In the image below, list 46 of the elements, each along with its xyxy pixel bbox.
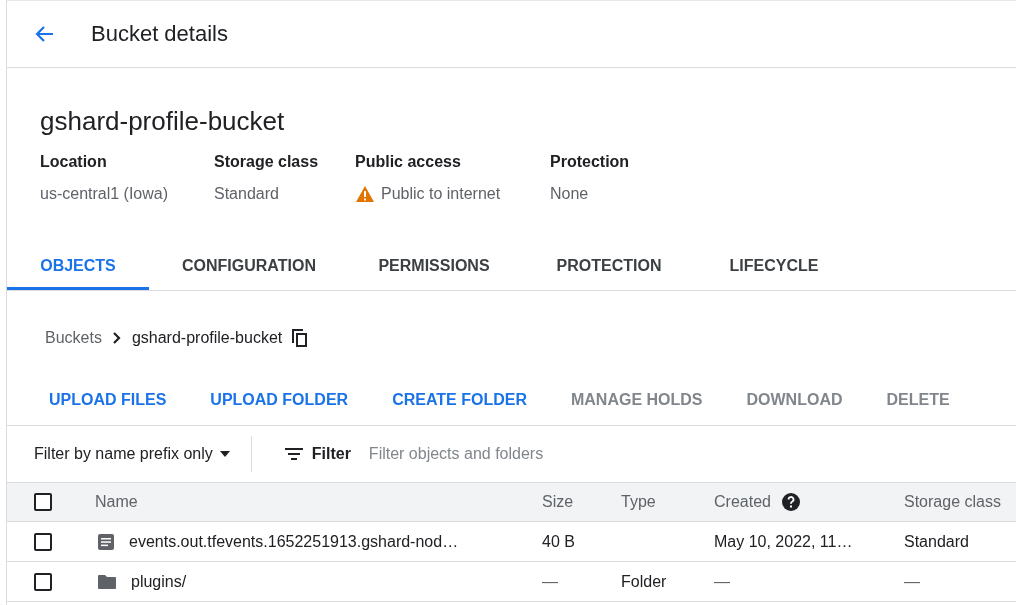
filter-button[interactable]: Filter [277,444,357,464]
property-value: Standard [214,185,279,203]
folder-icon [97,573,117,590]
tab[interactable]: LIFECYCLE [699,257,849,290]
checkbox[interactable] [34,572,52,591]
filter-mode-dropdown[interactable]: Filter by name prefix only [7,436,252,472]
table-cell-text: — [542,572,559,591]
column-header: Type [621,493,657,511]
property-label: Public access [355,153,462,171]
column-header: Created [714,493,771,511]
breadcrumb-current: gshard-profile-bucket [131,329,283,347]
dropdown-caret-icon [218,450,231,458]
page-title: Bucket details [91,21,228,47]
checkbox[interactable] [34,493,52,511]
tab[interactable]: CONFIGURATION [149,257,349,290]
copy-icon[interactable] [292,329,309,347]
column-header: Size [542,493,575,511]
property-value: Public to internet [381,185,501,203]
action-button[interactable]: UPLOAD FILES [33,383,183,417]
table-cell-text: Standard [904,532,970,551]
property-value: None [550,185,589,203]
column-header: Name [95,493,139,511]
table-cell-text: — [904,572,921,591]
table-cell-text: May 10, 2022, 11… [714,532,854,551]
help-icon[interactable] [780,492,801,512]
filter-icon [283,447,304,461]
property-label: Protection [550,153,631,171]
bucket-name: gshard-profile-bucket [40,106,286,137]
property-label: Storage class [214,153,320,171]
action-button[interactable]: CREATE FOLDER [376,383,543,417]
checkbox[interactable] [34,532,52,551]
action-button[interactable]: UPLOAD FOLDER [194,383,365,417]
property-label: Location [40,153,108,171]
column-header: Storage class [904,493,1002,511]
tab[interactable]: PROTECTION [519,257,699,290]
table-cell-text: Folder [621,572,668,591]
object-name-link[interactable]: events.out.tfevents.1652251913.gshard-nod… [129,532,459,551]
document-icon [97,532,115,551]
table-cell-text: — [714,572,731,591]
property-value: us-central1 (Iowa) [40,185,169,203]
object-name-link[interactable]: plugins/ [131,572,187,591]
table-cell-text: 40 B [542,532,576,551]
tab[interactable]: OBJECTS [7,257,149,290]
tab[interactable]: PERMISSIONS [349,257,519,290]
breadcrumb-link[interactable]: Buckets [45,329,102,347]
chevron-right-icon [111,332,122,344]
